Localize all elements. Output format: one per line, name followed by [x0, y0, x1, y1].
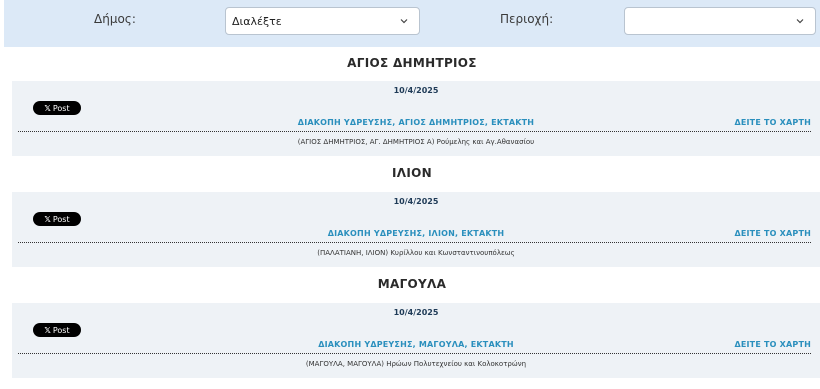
x-logo-icon: 𝕏 — [44, 214, 51, 224]
area-title: ΑΓΙΟΣ ΔΗΜΗΤΡΙΟΣ — [347, 56, 477, 70]
outage-event-link[interactable]: ΔΙΑΚΟΠΗ ΥΔΡΕΥΣΗΣ, ΜΑΓΟΥΛΑ, ΕΚΤΑΚΤΗ — [12, 340, 820, 349]
area-title: ΜΑΓΟΥΛΑ — [377, 277, 447, 291]
x-post-label: Post — [52, 103, 70, 113]
outage-streets: (ΠΑΛΑΤΙΑΝΗ, ΙΛΙΟΝ) Κυρίλλου και Κωνσταντ… — [317, 249, 515, 257]
chevron-down-icon — [400, 19, 408, 24]
outage-date: 10/4/2025 — [393, 86, 439, 95]
x-post-label: Post — [52, 325, 70, 335]
x-logo-icon: 𝕏 — [44, 103, 51, 113]
x-post-button[interactable]: 𝕏 Post — [33, 323, 81, 337]
outage-date: 10/4/2025 — [393, 197, 439, 206]
chevron-down-icon — [796, 19, 804, 24]
divider — [18, 242, 811, 243]
view-map-link[interactable]: ΔΕΙΤΕ ΤΟ ΧΑΡΤΗ — [734, 118, 811, 127]
x-post-label: Post — [52, 214, 70, 224]
outage-card: 10/4/2025 𝕏 Post ΔΙΑΚΟΠΗ ΥΔΡΕΥΣΗΣ, ΜΑΓΟΥ… — [12, 303, 820, 378]
area-title: ΙΛΙΟΝ — [392, 166, 432, 180]
x-logo-icon: 𝕏 — [44, 325, 51, 335]
outage-card: 10/4/2025 𝕏 Post ΔΙΑΚΟΠΗ ΥΔΡΕΥΣΗΣ, ΑΓΙΟΣ… — [12, 81, 820, 156]
municipality-select[interactable]: Διαλέξτε — [225, 7, 420, 35]
view-map-link[interactable]: ΔΕΙΤΕ ΤΟ ΧΑΡΤΗ — [734, 229, 811, 238]
outage-date: 10/4/2025 — [393, 308, 439, 317]
filter-bar: Δήμος: Διαλέξτε Περιοχή: — [4, 0, 820, 47]
divider — [18, 131, 811, 132]
outage-streets: (ΑΓΙΟΣ ΔΗΜΗΤΡΙΟΣ, ΑΓ. ΔΗΜΗΤΡΙΟΣ Α) Ρούμε… — [297, 138, 535, 146]
view-map-link[interactable]: ΔΕΙΤΕ ΤΟ ΧΑΡΤΗ — [734, 340, 811, 349]
divider — [18, 353, 811, 354]
outage-event-link[interactable]: ΔΙΑΚΟΠΗ ΥΔΡΕΥΣΗΣ, ΑΓΙΟΣ ΔΗΜΗΤΡΙΟΣ, ΕΚΤΑΚ… — [12, 118, 820, 127]
municipality-select-value: Διαλέξτε — [232, 15, 282, 28]
area-label: Περιοχή: — [500, 12, 554, 26]
x-post-button[interactable]: 𝕏 Post — [33, 101, 81, 115]
municipality-label: Δήμος: — [94, 12, 136, 26]
x-post-button[interactable]: 𝕏 Post — [33, 212, 81, 226]
outage-event-link[interactable]: ΔΙΑΚΟΠΗ ΥΔΡΕΥΣΗΣ, ΙΛΙΟΝ, ΕΚΤΑΚΤΗ — [12, 229, 820, 238]
outage-streets: (ΜΑΓΟΥΛΑ, ΜΑΓΟΥΛΑ) Ηρώων Πολυτεχνείου κα… — [305, 360, 527, 368]
area-select[interactable] — [624, 7, 816, 35]
outage-card: 10/4/2025 𝕏 Post ΔΙΑΚΟΠΗ ΥΔΡΕΥΣΗΣ, ΙΛΙΟΝ… — [12, 192, 820, 267]
